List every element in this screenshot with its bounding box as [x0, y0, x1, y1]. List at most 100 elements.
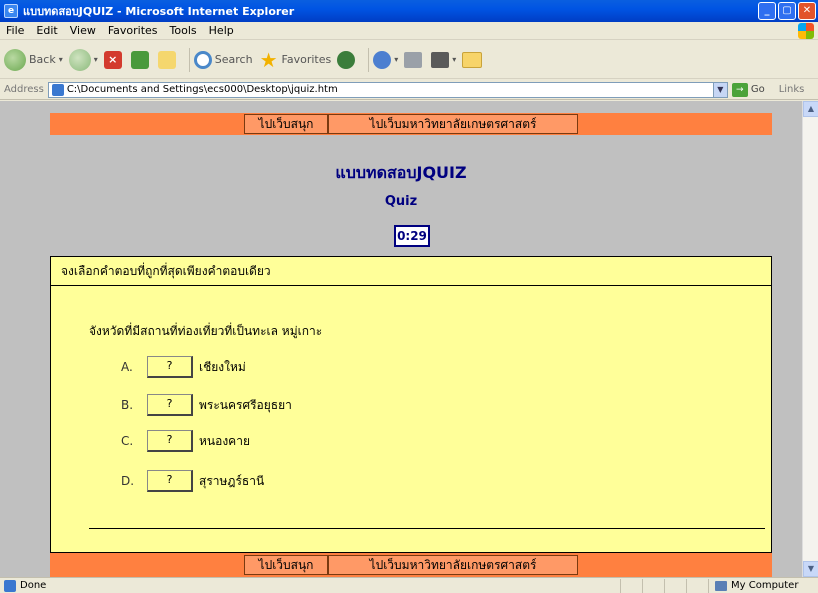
back-dropdown-icon[interactable]: ▾	[59, 55, 63, 64]
status-text: Done	[20, 580, 47, 591]
status-cell	[642, 578, 664, 593]
option-letter: A.	[121, 360, 133, 374]
page-done-icon	[4, 579, 16, 592]
home-button[interactable]	[157, 50, 179, 69]
search-label: Search	[214, 53, 253, 66]
menu-edit[interactable]: Edit	[36, 24, 57, 37]
window-controls: _ ▢ ✕	[758, 2, 816, 20]
edit-dropdown-icon[interactable]: ▾	[452, 55, 456, 64]
home-icon	[157, 50, 176, 69]
ie-icon: e	[4, 4, 18, 18]
edit-icon	[431, 51, 450, 68]
window-title-bar: e แบบทดสอบJQUIZ - Microsoft Internet Exp…	[0, 0, 818, 22]
timer-display: 0:29	[394, 225, 430, 247]
print-button[interactable]	[404, 51, 425, 68]
back-label: Back	[29, 53, 56, 66]
bottom-nav-bar: ไปเว็บสนุก ไปเว็บมหาวิทยาลัยเกษตรศาสตร์	[50, 553, 772, 577]
go-arrow-icon: →	[731, 82, 748, 97]
browser-toolbar: Back ▾ ▾ × Search ★ Favorites ▾ ▾	[0, 41, 818, 79]
menu-view[interactable]: View	[70, 24, 96, 37]
windows-logo-icon	[798, 23, 814, 39]
back-button[interactable]: Back ▾	[4, 48, 63, 71]
vertical-scrollbar[interactable]: ▲ ▼	[802, 101, 818, 577]
folder-icon	[462, 51, 483, 68]
answer-button-a[interactable]: ?	[147, 356, 193, 378]
toolbar-separator	[188, 47, 190, 72]
answer-button-d[interactable]: ?	[147, 470, 193, 492]
option-letter: D.	[121, 474, 135, 488]
address-bar: Address C:\Documents and Settings\ecs000…	[0, 80, 818, 100]
window-title: แบบทดสอบJQUIZ - Microsoft Internet Explo…	[23, 5, 295, 18]
forward-button[interactable]: ▾	[68, 48, 98, 71]
forward-arrow-icon	[68, 48, 91, 71]
history-button[interactable]: ▾	[373, 50, 398, 69]
status-done: Done	[4, 579, 47, 592]
kasetsart-link[interactable]: ไปเว็บมหาวิทยาลัยเกษตรศาสตร์	[328, 555, 578, 575]
page-icon	[51, 83, 64, 96]
back-arrow-icon	[4, 48, 26, 71]
toolbar-separator	[368, 47, 370, 72]
menu-help[interactable]: Help	[209, 24, 234, 37]
stop-button[interactable]: ×	[103, 50, 125, 69]
media-button[interactable]	[337, 50, 358, 69]
scroll-down-icon[interactable]: ▼	[803, 561, 818, 577]
scroll-up-icon[interactable]: ▲	[803, 101, 818, 117]
favorites-button[interactable]: ★ Favorites	[259, 50, 332, 70]
fun-site-link[interactable]: ไปเว็บสนุก	[244, 555, 328, 575]
favorites-label: Favorites	[281, 53, 332, 66]
menu-file[interactable]: File	[6, 24, 24, 37]
answer-button-c[interactable]: ?	[147, 430, 193, 452]
instructions-bar: จงเลือกคำตอบที่ถูกที่สุดเพียงคำตอบเดียว	[50, 256, 772, 286]
answer-button-b[interactable]: ?	[147, 394, 193, 416]
page-title: แบบทดสอบJQUIZ	[335, 163, 467, 182]
menu-bar: File Edit View Favorites Tools Help	[0, 22, 818, 40]
edit-button[interactable]: ▾	[431, 51, 456, 68]
kasetsart-link[interactable]: ไปเว็บมหาวิทยาลัยเกษตรศาสตร์	[328, 114, 578, 134]
fun-site-link[interactable]: ไปเว็บสนุก	[244, 114, 328, 134]
security-zone: My Computer	[708, 578, 818, 593]
media-icon	[337, 50, 356, 69]
star-icon: ★	[259, 47, 278, 72]
question-text: จังหวัดที่มีสถานที่ท่องเที่ยวที่เป็นทะเล…	[89, 324, 323, 338]
divider	[89, 528, 765, 529]
folder-button[interactable]	[462, 51, 485, 68]
status-cell	[686, 578, 708, 593]
minimize-button[interactable]: _	[758, 2, 776, 20]
go-label: Go	[750, 84, 765, 95]
address-input[interactable]: C:\Documents and Settings\ecs000\Desktop…	[47, 81, 728, 98]
option-c: C. ? หนองคาย	[121, 430, 250, 452]
menu-tools[interactable]: Tools	[170, 24, 197, 37]
question-panel: จังหวัดที่มีสถานที่ท่องเที่ยวที่เป็นทะเล…	[50, 285, 772, 553]
option-b: B. ? พระนครศรีอยุธยา	[121, 394, 292, 416]
zone-text: My Computer	[731, 580, 799, 591]
top-nav-bar: ไปเว็บสนุก ไปเว็บมหาวิทยาลัยเกษตรศาสตร์	[50, 113, 772, 135]
option-text: หนองคาย	[199, 433, 250, 448]
search-icon	[193, 50, 212, 69]
search-button[interactable]: Search	[193, 50, 253, 69]
refresh-icon	[130, 50, 149, 69]
status-cell	[620, 578, 642, 593]
computer-icon	[715, 580, 727, 591]
status-bar: Done My Computer	[0, 577, 818, 593]
address-label: Address	[4, 84, 44, 95]
page-content: ไปเว็บสนุก ไปเว็บมหาวิทยาลัยเกษตรศาสตร์ …	[0, 101, 802, 577]
refresh-button[interactable]	[130, 50, 152, 69]
status-cell	[664, 578, 686, 593]
option-text: พระนครศรีอยุธยา	[199, 397, 292, 412]
option-letter: B.	[121, 398, 134, 412]
print-icon	[404, 51, 423, 68]
history-dropdown-icon[interactable]: ▾	[394, 55, 398, 64]
close-button[interactable]: ✕	[798, 2, 816, 20]
forward-dropdown-icon[interactable]: ▾	[94, 55, 98, 64]
address-value: C:\Documents and Settings\ecs000\Desktop…	[66, 84, 338, 95]
option-text: สุราษฎร์ธานี	[199, 473, 265, 488]
address-dropdown-icon[interactable]: ▼	[712, 82, 727, 97]
links-button[interactable]: Links	[779, 84, 805, 95]
maximize-button[interactable]: ▢	[778, 2, 796, 20]
menu-favorites[interactable]: Favorites	[108, 24, 158, 37]
history-icon	[373, 50, 392, 69]
stop-icon: ×	[103, 50, 122, 69]
option-a: A. ? เชียงใหม่	[121, 356, 246, 378]
go-button[interactable]: → Go	[731, 82, 765, 97]
option-text: เชียงใหม่	[199, 359, 246, 374]
